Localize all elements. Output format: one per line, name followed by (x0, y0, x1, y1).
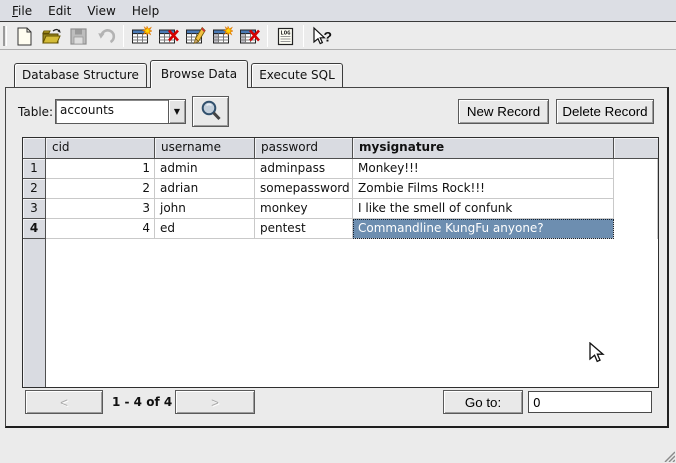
cell-password[interactable]: pentest (255, 219, 353, 239)
sql-log-button[interactable]: LOG (272, 24, 299, 48)
menu-help[interactable]: Help (124, 2, 167, 20)
cell-mysignature[interactable]: Zombie Films Rock!!! (353, 179, 614, 199)
undo-arrow-icon (95, 26, 116, 47)
menu-file[interactable]: File (4, 2, 40, 20)
menu-bar: File Edit View Help (0, 0, 676, 22)
table-row: 4 4 ed pentest Commandline KungFu anyone… (23, 219, 658, 239)
delete-table-icon (158, 26, 179, 47)
open-database-button[interactable] (38, 24, 65, 48)
table-row: 1 1 admin adminpass Monkey!!! (23, 159, 658, 179)
column-header-username[interactable]: username (155, 138, 255, 159)
row-number[interactable]: 3 (23, 199, 46, 219)
delete-index-button[interactable] (236, 24, 263, 48)
cell-filler (614, 159, 658, 179)
log-icon: LOG (275, 26, 296, 47)
row-number[interactable]: 4 (23, 219, 46, 239)
create-index-icon (212, 26, 233, 47)
help-pointer-icon: ? (311, 26, 333, 47)
whats-this-help-button[interactable]: ? (308, 24, 335, 48)
open-folder-icon (41, 26, 62, 47)
svg-text:LOG: LOG (280, 30, 291, 36)
search-button[interactable] (192, 96, 229, 127)
column-header-password[interactable]: password (255, 138, 353, 159)
svg-text:?: ? (323, 28, 332, 44)
record-range-label: 1 - 4 of 4 (112, 395, 172, 409)
table-label: Table: (18, 105, 53, 119)
resize-grip-icon[interactable] (661, 448, 675, 462)
revert-changes-button[interactable] (92, 24, 119, 48)
cell-mysignature[interactable]: Monkey!!! (353, 159, 614, 179)
column-header-cid[interactable]: cid (46, 138, 155, 159)
cell-cid[interactable]: 4 (46, 219, 155, 239)
cell-mysignature[interactable]: I like the smell of confunk (353, 199, 614, 219)
cell-username[interactable]: adrian (155, 179, 255, 199)
grid-corner-cell[interactable] (23, 138, 46, 159)
toolbar: LOG ? (0, 23, 676, 50)
next-page-button[interactable]: > (175, 390, 255, 414)
cell-filler (614, 199, 658, 219)
delete-table-button[interactable] (155, 24, 182, 48)
mouse-cursor-icon (588, 342, 605, 365)
modify-table-icon (185, 26, 206, 47)
menu-edit[interactable]: Edit (40, 2, 79, 20)
goto-button[interactable]: Go to: (443, 390, 523, 414)
grid-header-row: cid username password mysignature (23, 138, 658, 159)
new-record-button[interactable]: New Record (458, 99, 549, 124)
create-table-button[interactable] (128, 24, 155, 48)
table-select[interactable]: accounts ▼ (55, 99, 186, 124)
save-database-button[interactable] (65, 24, 92, 48)
save-disk-icon (68, 26, 89, 47)
delete-record-button[interactable]: Delete Record (556, 99, 654, 124)
menu-view[interactable]: View (79, 2, 123, 20)
toolbar-separator (123, 25, 124, 47)
table-row: 3 3 john monkey I like the smell of conf… (23, 199, 658, 219)
cell-username[interactable]: admin (155, 159, 255, 179)
cell-filler (614, 179, 658, 199)
row-number[interactable]: 1 (23, 159, 46, 179)
create-table-icon (131, 26, 152, 47)
db-browser-window: File Edit View Help (0, 0, 676, 463)
cell-password[interactable]: monkey (255, 199, 353, 219)
tab-browse-data[interactable]: Browse Data (150, 60, 248, 88)
cell-mysignature-selected[interactable]: Commandline KungFu anyone? (353, 219, 614, 239)
cell-username[interactable]: john (155, 199, 255, 219)
toolbar-separator (303, 25, 304, 47)
row-gutter-strip (23, 239, 46, 387)
cell-password[interactable]: adminpass (255, 159, 353, 179)
column-header-filler (614, 138, 658, 159)
cell-username[interactable]: ed (155, 219, 255, 239)
column-header-mysignature[interactable]: mysignature (353, 138, 614, 159)
cell-cid[interactable]: 3 (46, 199, 155, 219)
toolbar-separator (267, 25, 268, 47)
new-file-icon (14, 26, 35, 47)
chevron-down-icon[interactable]: ▼ (168, 100, 185, 123)
cell-cid[interactable]: 2 (46, 179, 155, 199)
table-select-value: accounts (56, 100, 168, 123)
table-row: 2 2 adrian somepassword Zombie Films Roc… (23, 179, 658, 199)
new-database-button[interactable] (11, 24, 38, 48)
previous-page-button[interactable]: < (25, 390, 103, 414)
tab-database-structure[interactable]: Database Structure (14, 63, 147, 87)
tab-execute-sql[interactable]: Execute SQL (251, 63, 343, 87)
delete-index-icon (239, 26, 260, 47)
cell-cid[interactable]: 1 (46, 159, 155, 179)
modify-table-button[interactable] (182, 24, 209, 48)
create-index-button[interactable] (209, 24, 236, 48)
cell-filler (614, 219, 658, 239)
data-grid: cid username password mysignature 1 1 ad… (22, 137, 659, 388)
cell-password[interactable]: somepassword (255, 179, 353, 199)
magnifier-icon (198, 99, 224, 124)
row-number[interactable]: 2 (23, 179, 46, 199)
toolbar-drag-handle[interactable] (3, 26, 7, 46)
goto-record-input[interactable] (528, 391, 652, 413)
